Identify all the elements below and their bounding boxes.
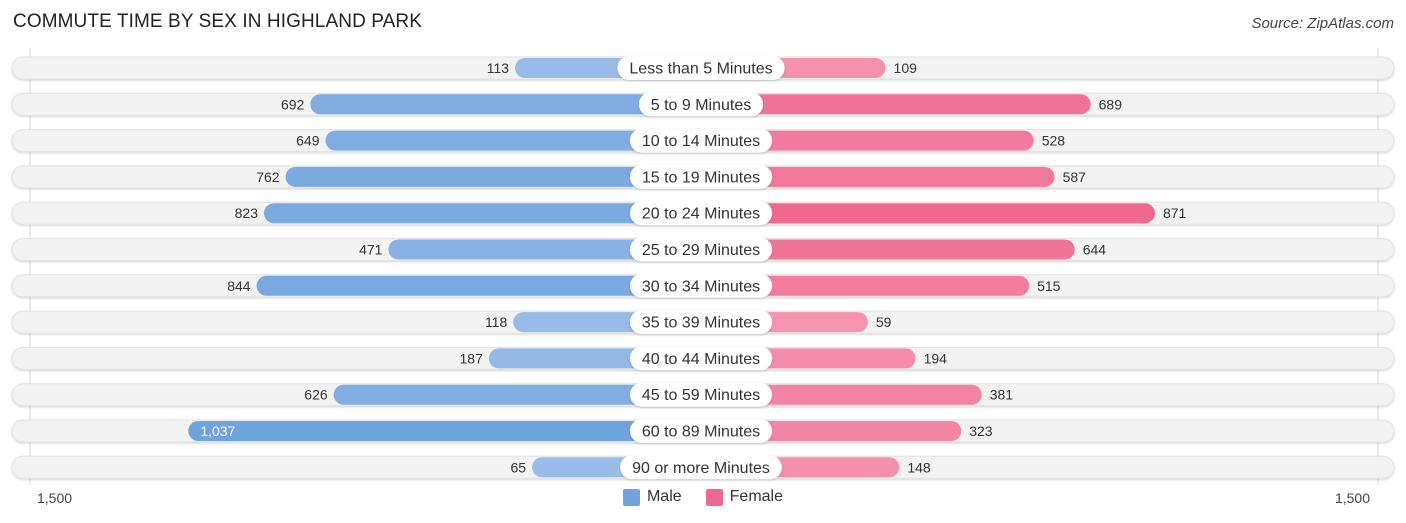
legend-label-female: Female	[729, 488, 784, 505]
bar-row: 15 to 19 Minutes 762 587	[11, 164, 1395, 189]
value-label-male: 1,037	[200, 423, 235, 439]
bar-row: 10 to 14 Minutes 649 528	[11, 128, 1395, 153]
legend-label-male: Male	[646, 488, 682, 505]
value-label-male: 844	[227, 278, 251, 294]
category-label: 45 to 59 Minutes	[642, 387, 760, 404]
bar-row: 90 or more Minutes 65 148	[11, 455, 1395, 480]
value-label-female: 871	[1163, 205, 1187, 221]
value-label-female: 381	[990, 387, 1014, 403]
value-label-female: 109	[894, 60, 918, 76]
value-label-male: 471	[359, 242, 383, 258]
category-label: 25 to 29 Minutes	[642, 242, 760, 259]
bar-row: 40 to 44 Minutes 187 194	[11, 346, 1395, 371]
value-label-female: 194	[924, 350, 948, 366]
value-label-male: 118	[485, 314, 508, 330]
value-label-female: 323	[969, 423, 993, 439]
category-label: 60 to 89 Minutes	[642, 424, 760, 441]
value-label-male: 823	[235, 205, 259, 221]
value-label-male: 649	[296, 133, 320, 149]
bar-row: 60 to 89 Minutes 1,037 323	[11, 419, 1395, 443]
category-label: 35 to 39 Minutes	[642, 315, 760, 332]
category-label: 40 to 44 Minutes	[642, 351, 760, 368]
bar-row: 45 to 59 Minutes 626 381	[11, 382, 1395, 407]
category-label: 15 to 19 Minutes	[642, 169, 760, 186]
value-label-male: 692	[281, 96, 305, 112]
category-label: Less than 5 Minutes	[629, 61, 772, 78]
value-label-female: 528	[1042, 133, 1066, 149]
bar-male	[188, 421, 702, 441]
bar-row: Less than 5 Minutes 113 109	[11, 56, 1395, 80]
bar-row: 20 to 24 Minutes 823 871	[11, 201, 1395, 226]
legend-item-female[interactable]: Female	[705, 488, 784, 506]
value-label-female: 148	[907, 459, 931, 475]
value-label-female: 587	[1063, 169, 1087, 185]
value-label-male: 187	[460, 350, 484, 366]
category-label: 5 to 9 Minutes	[651, 97, 752, 114]
bar-row: 25 to 29 Minutes 471 644	[11, 237, 1395, 262]
value-label-male: 626	[304, 387, 328, 403]
category-label: 20 to 24 Minutes	[642, 206, 760, 223]
legend-swatch-male	[622, 488, 640, 506]
bar-row: 5 to 9 Minutes 692 689	[11, 92, 1395, 117]
value-label-male: 113	[487, 60, 510, 76]
category-label: 10 to 14 Minutes	[642, 133, 760, 150]
legend-item-male[interactable]: Male	[622, 488, 682, 506]
bar-row: 30 to 34 Minutes 844 515	[11, 273, 1395, 298]
value-label-male: 65	[510, 459, 526, 475]
value-label-male: 762	[256, 169, 280, 185]
value-label-female: 515	[1037, 278, 1061, 294]
value-label-female: 644	[1083, 242, 1107, 258]
value-label-female: 59	[876, 314, 892, 330]
diverging-bar-chart: Less than 5 Minutes 113 109 5 to 9 Minutes 6…	[11, 48, 1395, 485]
category-label: 90 or more Minutes	[632, 460, 770, 477]
category-label: 30 to 34 Minutes	[642, 278, 760, 295]
bar-row: 35 to 39 Minutes 118 59	[11, 310, 1395, 335]
value-label-female: 689	[1099, 96, 1123, 112]
legend: Male Female	[0, 488, 1406, 506]
legend-swatch-female	[705, 488, 723, 506]
